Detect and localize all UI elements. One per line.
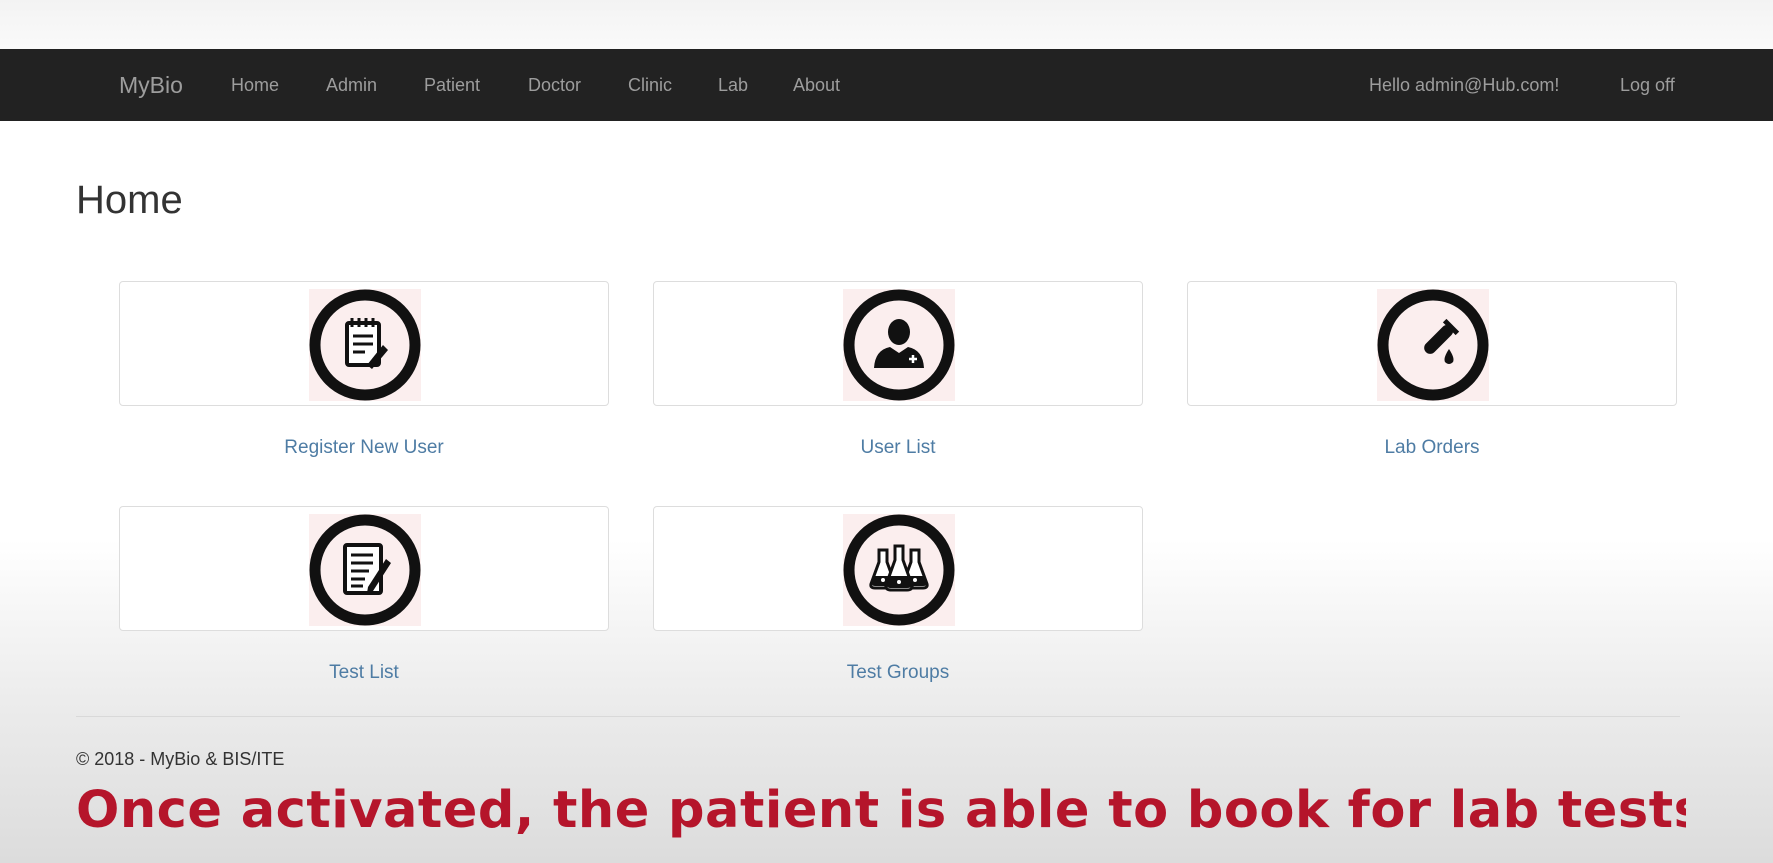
notepad-pencil-icon (309, 289, 421, 401)
nav-admin[interactable]: Admin (326, 49, 377, 121)
test-tube-drop-icon (1377, 289, 1489, 401)
lab-flasks-icon (843, 514, 955, 626)
nav-clinic[interactable]: Clinic (628, 49, 672, 121)
user-greeting[interactable]: Hello admin@Hub.com! (1369, 49, 1559, 121)
nav-doctor[interactable]: Doctor (528, 49, 581, 121)
document-pen-icon (309, 514, 421, 626)
nav-lab[interactable]: Lab (718, 49, 748, 121)
page-title: Home (76, 178, 183, 222)
navbar: MyBio Home Admin Patient Doctor Clinic L… (0, 49, 1773, 121)
tile-label-test-groups[interactable]: Test Groups (653, 662, 1143, 684)
tile-label-test-list[interactable]: Test List (119, 662, 609, 684)
tile-test-groups[interactable] (653, 506, 1143, 631)
footer-divider (76, 716, 1680, 717)
tile-user-list[interactable] (653, 281, 1143, 406)
tile-label-user-list[interactable]: User List (653, 437, 1143, 459)
tile-lab-orders[interactable] (1187, 281, 1677, 406)
nav-patient[interactable]: Patient (424, 49, 480, 121)
tile-label-lab-orders[interactable]: Lab Orders (1187, 437, 1677, 459)
user-add-icon (843, 289, 955, 401)
tile-test-list[interactable] (119, 506, 609, 631)
nav-home[interactable]: Home (231, 49, 279, 121)
footer-copyright: © 2018 - MyBio & BIS/ITE (76, 749, 285, 769)
tile-register-new-user[interactable] (119, 281, 609, 406)
brand-link[interactable]: MyBio (119, 49, 183, 121)
browser-top-strip (0, 0, 1773, 49)
video-caption: Once activated, the patient is able to b… (76, 781, 1686, 840)
tile-label-register-new-user[interactable]: Register New User (119, 437, 609, 459)
logoff-link[interactable]: Log off (1620, 49, 1675, 121)
nav-about[interactable]: About (793, 49, 840, 121)
